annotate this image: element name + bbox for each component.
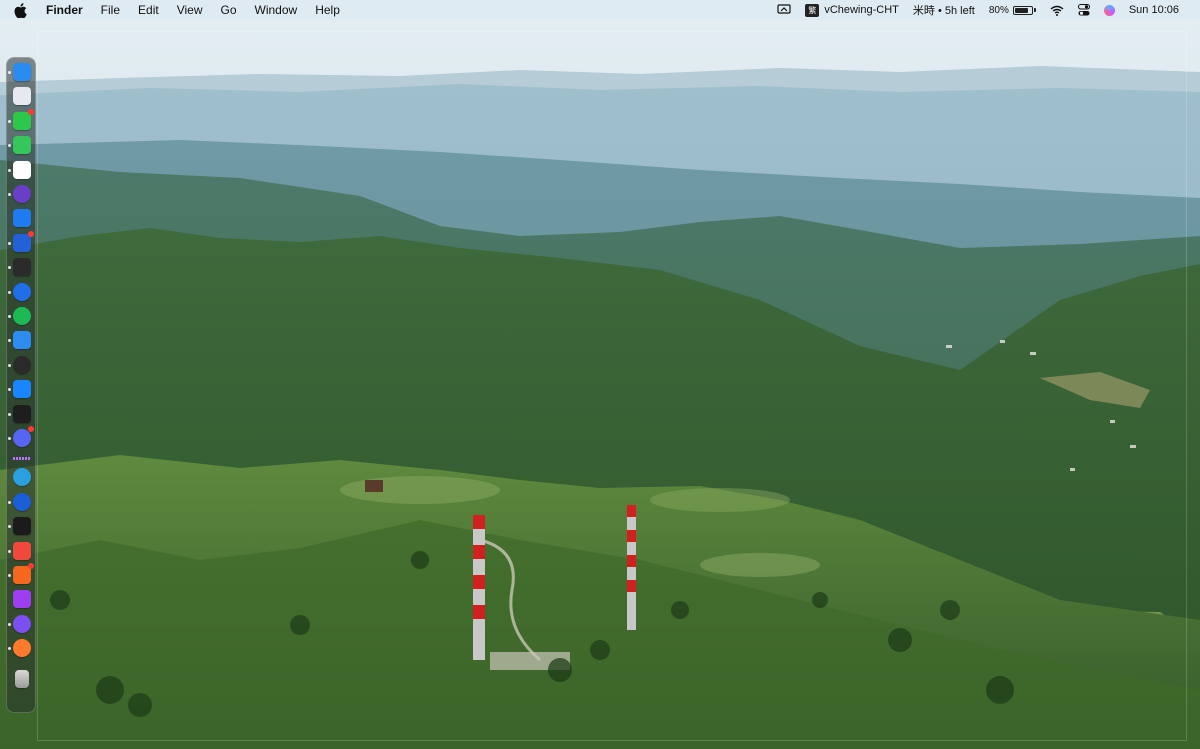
input-method-menu[interactable]: 繁 vChewing-CHT [798, 0, 906, 20]
radio-tower-right [627, 505, 636, 630]
wifi-icon[interactable] [1043, 0, 1071, 20]
battery-icon [1012, 5, 1033, 15]
dock-figma-icon[interactable] [13, 404, 31, 423]
menu-file[interactable]: File [92, 0, 129, 20]
dock-separator [13, 457, 31, 461]
running-indicator [8, 290, 11, 294]
menubar-clock[interactable]: Sun 10:06 [1122, 0, 1186, 20]
dock-telegram-icon[interactable] [13, 468, 31, 487]
running-indicator [8, 193, 11, 196]
radio-tower-left [473, 515, 485, 660]
dock-finder-icon[interactable] [13, 63, 31, 81]
dock-photo-app-icon[interactable] [13, 87, 31, 106]
menu-window[interactable]: Window [246, 0, 307, 20]
dock-feed-reader-icon[interactable] [13, 563, 34, 584]
running-indicator [8, 622, 11, 626]
dock-arc-browser-icon[interactable] [13, 282, 31, 301]
menu-view[interactable]: View [168, 0, 212, 20]
dock-line-icon[interactable] [13, 108, 34, 130]
dock [6, 57, 36, 713]
desktop-wallpaper [0, 0, 1200, 749]
dock-messenger-icon[interactable] [13, 614, 31, 633]
dock-trash-icon[interactable] [15, 669, 29, 688]
dock-bluesky-icon[interactable] [13, 380, 31, 399]
running-indicator [8, 437, 11, 440]
dock-terminal-icon[interactable] [13, 517, 31, 536]
running-indicator [8, 574, 11, 577]
dock-obsidian-icon[interactable] [13, 185, 31, 203]
dock-text-editor-icon[interactable] [13, 160, 31, 179]
running-indicator [8, 525, 11, 529]
battery-status[interactable]: 80% [982, 0, 1043, 20]
running-indicator [8, 315, 11, 318]
running-indicator [8, 168, 11, 172]
dock-bookmarks-icon[interactable] [13, 209, 31, 228]
dock-messages-icon[interactable] [13, 136, 31, 155]
running-indicator [8, 266, 11, 270]
ime-name: vChewing-CHT [824, 4, 899, 16]
siri-icon[interactable] [1097, 0, 1122, 20]
running-indicator [8, 647, 11, 651]
menu-bar: Finder File Edit View Go Window Help 繁 v… [0, 0, 1200, 20]
screen-mirroring-icon[interactable] [770, 0, 798, 20]
notification-badge [28, 563, 34, 569]
dock-firefox-icon[interactable] [13, 639, 31, 658]
ime-badge: 繁 [805, 3, 820, 17]
running-indicator [8, 71, 11, 74]
dock-1password-icon[interactable] [13, 492, 31, 511]
control-center-icon[interactable] [1071, 0, 1097, 20]
notification-badge [28, 230, 34, 237]
dock-chatgpt-icon[interactable] [13, 355, 31, 374]
running-indicator [8, 500, 11, 504]
notification-badge [28, 108, 34, 115]
running-indicator [8, 412, 11, 416]
dock-notes-red-icon[interactable] [13, 541, 31, 560]
notification-badge [28, 426, 34, 432]
menu-app-finder[interactable]: Finder [42, 0, 92, 20]
menu-go[interactable]: Go [212, 0, 246, 20]
dock-mail-icon[interactable] [13, 331, 31, 350]
running-indicator [8, 119, 11, 123]
running-indicator [8, 549, 11, 553]
apple-logo-icon[interactable] [14, 0, 30, 20]
menu-edit[interactable]: Edit [129, 0, 168, 20]
dock-podcasts-icon[interactable] [13, 590, 31, 609]
battery-percent: 80% [988, 4, 1009, 16]
running-indicator [8, 241, 11, 245]
menu-help[interactable]: Help [306, 0, 349, 20]
running-indicator [8, 144, 11, 148]
dock-discord-icon[interactable] [13, 426, 34, 447]
dock-spotify-icon[interactable] [13, 307, 31, 325]
running-indicator [8, 339, 11, 343]
dock-tasks-icon[interactable] [13, 230, 34, 252]
dock-screenshot-app-icon[interactable] [13, 258, 31, 277]
running-indicator [8, 363, 11, 367]
running-indicator [8, 388, 11, 392]
timer-status[interactable]: 米時 • 5h left [906, 0, 982, 20]
